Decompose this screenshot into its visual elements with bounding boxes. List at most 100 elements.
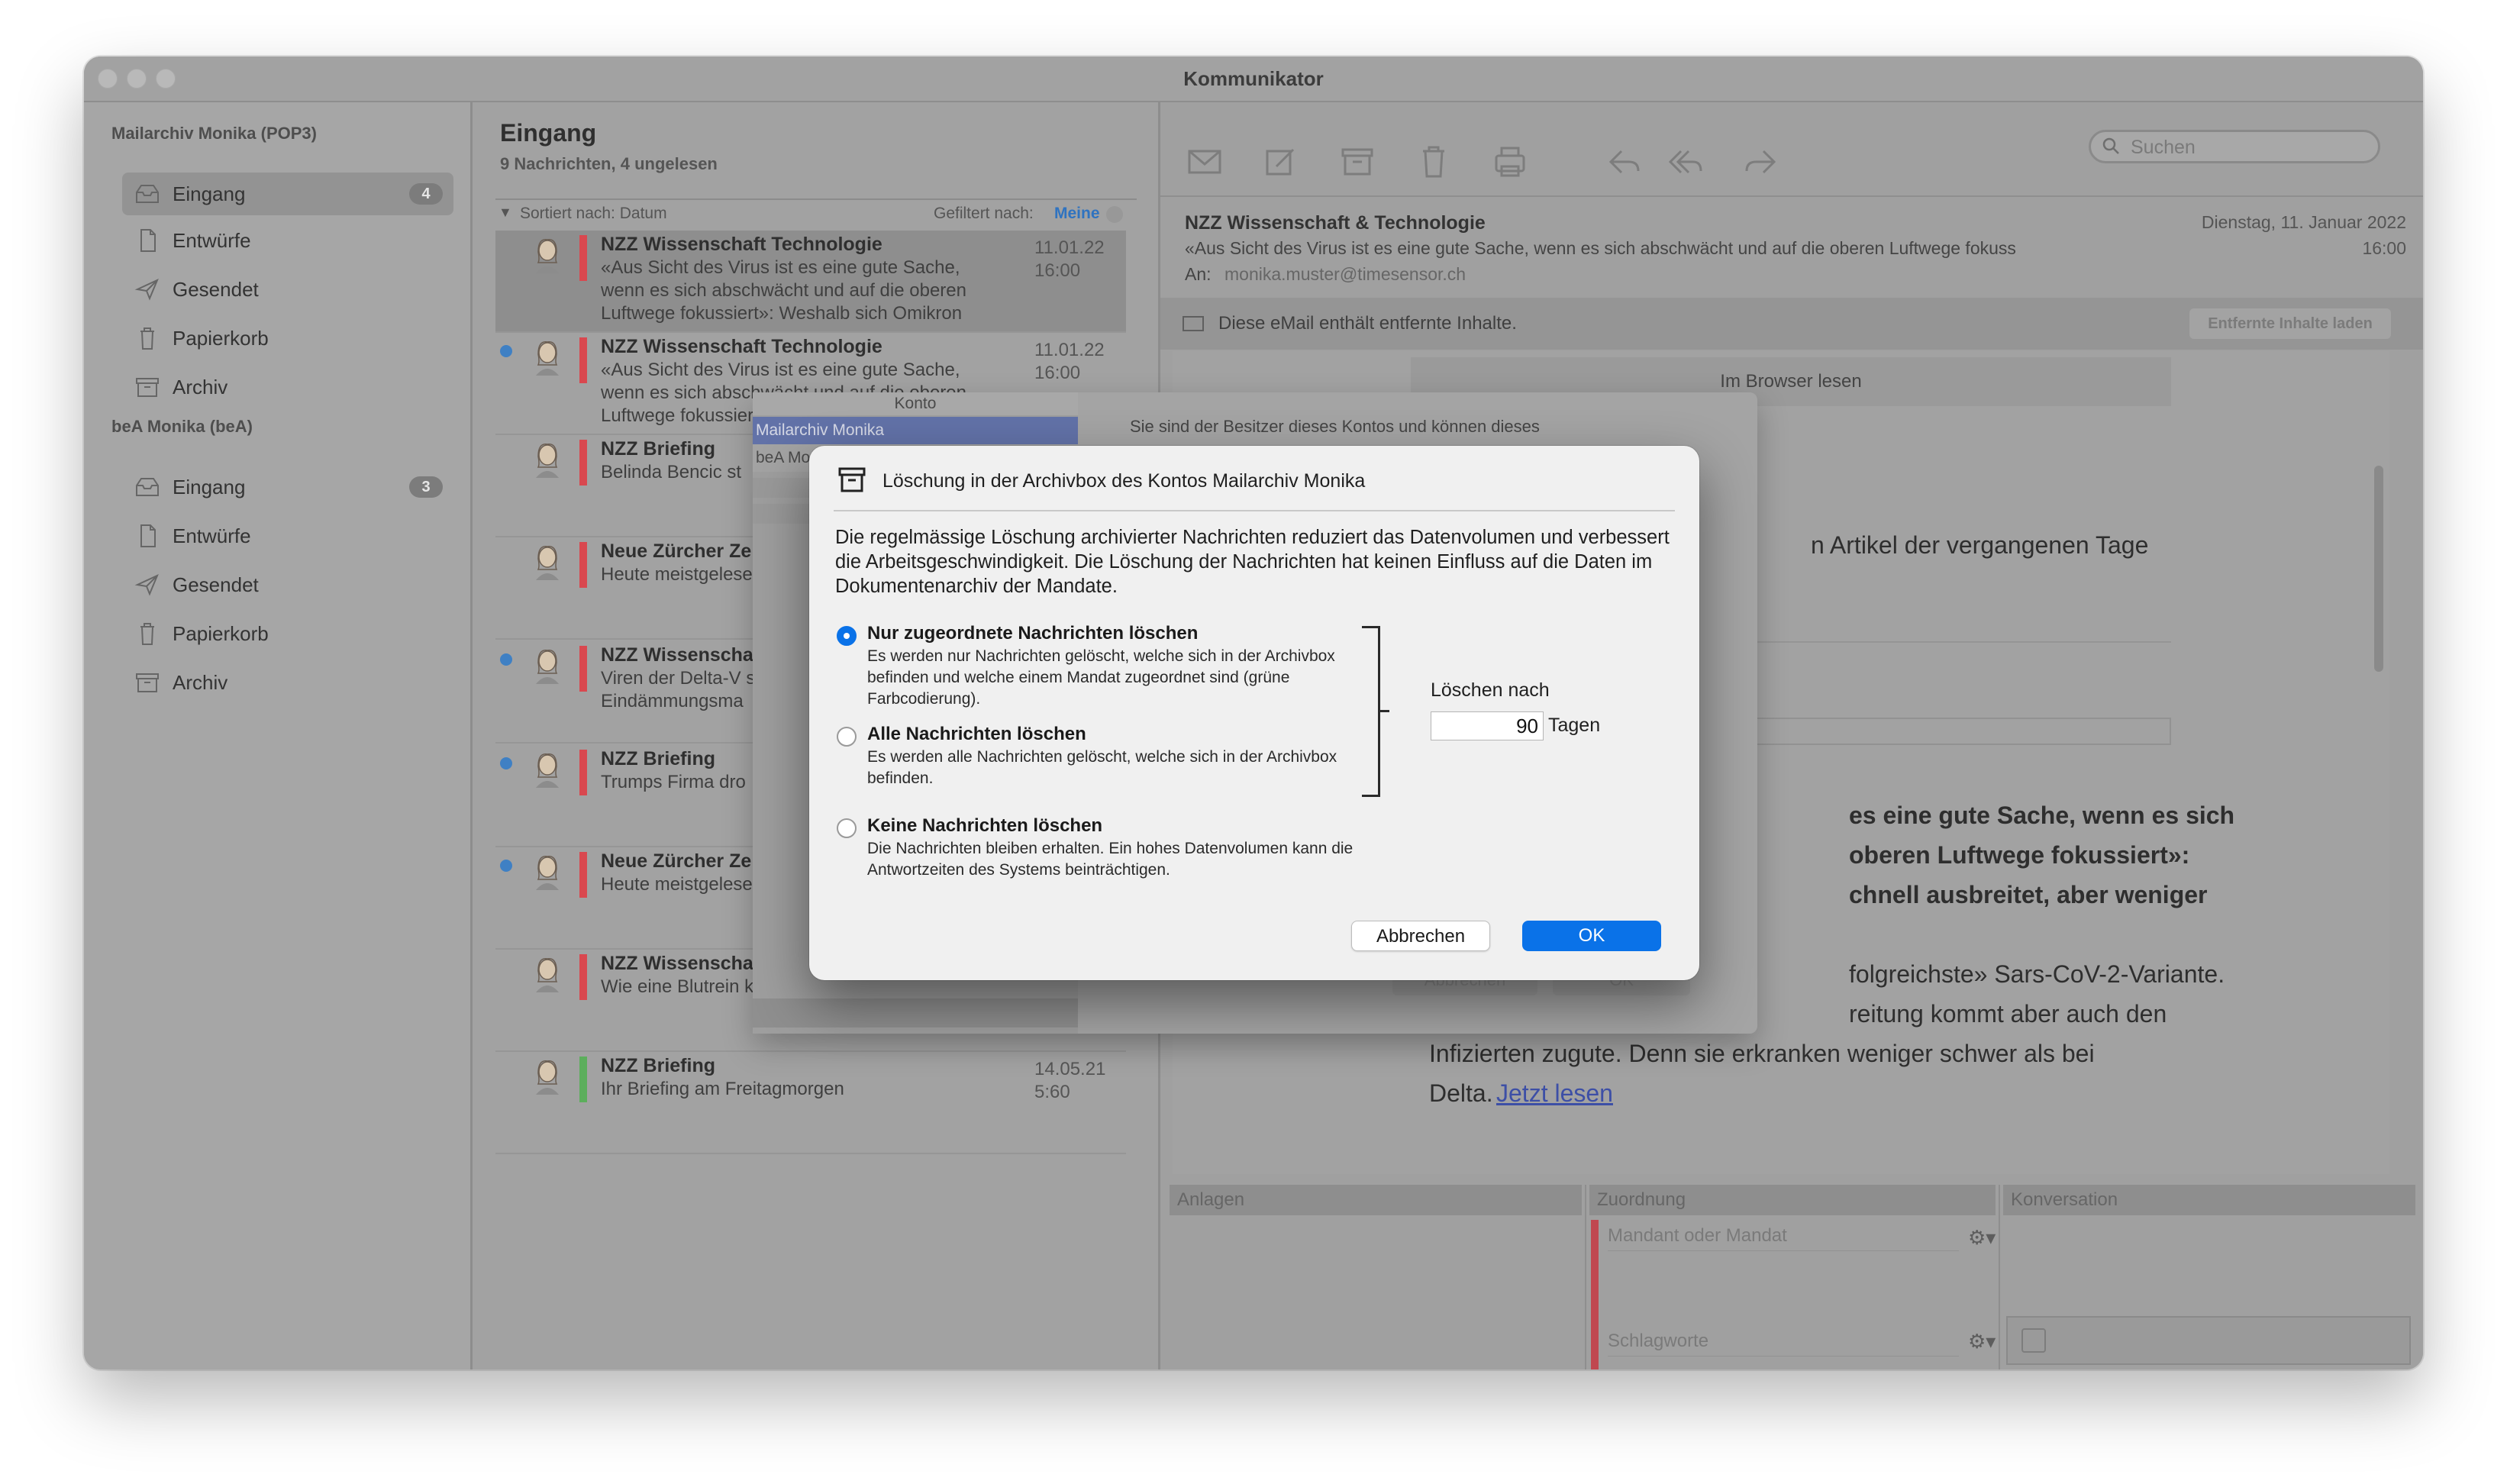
days-input[interactable]: 90: [1431, 711, 1544, 740]
sidebar-item-label: Archiv: [173, 376, 228, 398]
avatar: [536, 546, 559, 580]
print-icon[interactable]: [1492, 144, 1528, 180]
unread-count-badge: 4: [409, 183, 443, 205]
message-sender: NZZ Wissenschaft: [601, 953, 766, 974]
radio-only-assigned[interactable]: [837, 626, 857, 646]
account-table-footer: [753, 998, 1078, 1028]
ok-button[interactable]: OK: [1522, 921, 1661, 951]
filter-value-link[interactable]: Meine: [1054, 205, 1100, 223]
sidebar-item-archive[interactable]: Archiv: [122, 661, 453, 704]
gear-icon[interactable]: ⚙▾: [1968, 1226, 1996, 1250]
color-flag: [579, 646, 587, 692]
search-field[interactable]: Suchen: [2089, 130, 2380, 163]
sidebar-item-sent[interactable]: Gesendet: [122, 268, 453, 311]
mail-to-address[interactable]: monika.muster@timesensor.ch: [1224, 264, 1466, 285]
dialog-intro-text: Die regelmässige Löschung archivierter N…: [835, 527, 1670, 597]
color-flag: [579, 440, 587, 486]
message-date: 11.01.22 16:00: [1034, 237, 1105, 282]
unread-dot-icon: [500, 757, 512, 769]
message-date-value: 14.05.21: [1034, 1059, 1106, 1079]
sent-icon: [134, 574, 159, 596]
message-time-value: 5:60: [1034, 1082, 1070, 1102]
mail-to-label: An:: [1185, 264, 1212, 284]
mail-date: Dienstag, 11. Januar 2022: [2201, 212, 2406, 232]
read-now-link[interactable]: Jetzt lesen: [1496, 1073, 1613, 1113]
divider: [1585, 1185, 1586, 1369]
conversation-input[interactable]: [2006, 1316, 2411, 1365]
message-time-value: 16:00: [1034, 363, 1081, 383]
message-date: 14.05.21 5:60: [1034, 1058, 1105, 1104]
color-flag: [579, 852, 587, 898]
color-flag: [579, 750, 587, 795]
search-placeholder: Suchen: [2131, 137, 2196, 158]
archive-box-icon: [838, 467, 866, 492]
sidebar-item-label: Entwürfe: [173, 524, 251, 547]
account-header: Mailarchiv Monika (POP3): [111, 124, 317, 143]
sidebar-item-inbox[interactable]: Eingang 3: [122, 466, 453, 508]
tags-field[interactable]: Schlagworte: [1608, 1327, 1959, 1357]
sent-icon: [134, 279, 159, 301]
radio-delete-all[interactable]: [837, 727, 857, 747]
message-row[interactable]: NZZ Briefing Ihr Briefing am Freitagmorge…: [495, 1052, 1126, 1154]
divider: [1160, 195, 2423, 197]
title-bar: Kommunikator: [84, 56, 2423, 102]
sort-label[interactable]: Sortiert nach: Datum: [520, 205, 667, 223]
sidebar: Mailarchiv Monika (POP3) Eingang 4 Entwü…: [84, 102, 473, 1369]
sidebar-item-drafts[interactable]: Entwürfe: [122, 515, 453, 557]
message-row[interactable]: NZZ Wissenschaft Technologie «Aus Sicht d…: [495, 231, 1126, 333]
options-brace-tick: [1380, 710, 1389, 712]
account-row-selected[interactable]: Mailarchiv Monika: [753, 417, 1078, 444]
copy-icon[interactable]: [2021, 1328, 2046, 1353]
forward-icon[interactable]: [1742, 144, 1779, 180]
option-label[interactable]: Alle Nachrichten löschen: [867, 724, 1086, 745]
cancel-button[interactable]: Abbrechen: [1351, 921, 1490, 951]
avatar: [536, 753, 559, 788]
option-description: Die Nachrichten bleiben erhalten. Ein ho…: [867, 840, 1354, 879]
option-label[interactable]: Nur zugeordnete Nachrichten löschen: [867, 623, 1198, 644]
app-window: Kommunikator Mailarchiv Monika (POP3) Ei…: [84, 56, 2423, 1369]
archive-icon: [136, 378, 159, 397]
option-label[interactable]: Keine Nachrichten löschen: [867, 815, 1102, 837]
divider: [1999, 1185, 2000, 1369]
inbox-icon: [136, 185, 159, 203]
filter-clear-icon[interactable]: [1106, 206, 1123, 223]
archive-icon[interactable]: [1339, 144, 1376, 180]
sidebar-item-trash[interactable]: Papierkorb: [122, 317, 453, 360]
body-line: oberen Luftwege fokussiert»:: [1849, 841, 2190, 869]
trash-icon: [140, 327, 154, 350]
mail-icon[interactable]: [1186, 144, 1223, 180]
reply-all-icon[interactable]: [1667, 144, 1704, 180]
scrollbar[interactable]: [2374, 466, 2383, 672]
body-line: es eine gute Sache, wenn es sich: [1849, 802, 2235, 829]
radio-delete-none[interactable]: [837, 818, 857, 838]
message-sender: NZZ Wissenschaft: [601, 644, 766, 666]
option-description: Es werden alle Nachrichten gelöscht, wel…: [867, 748, 1337, 787]
message-sender: NZZ Briefing: [601, 438, 715, 460]
message-time-value: 16:00: [1034, 260, 1081, 281]
image-icon: [1183, 316, 1204, 331]
gear-icon[interactable]: ⚙▾: [1968, 1330, 1996, 1353]
load-remote-content-button[interactable]: Entfernte Inhalte laden: [2189, 308, 2391, 339]
color-flag: [579, 1057, 587, 1102]
avatar: [536, 444, 559, 478]
sidebar-item-inbox[interactable]: Eingang 4: [122, 173, 453, 215]
avatar: [536, 650, 559, 684]
sort-chevron-icon[interactable]: ▼: [498, 205, 512, 221]
sidebar-item-drafts[interactable]: Entwürfe: [122, 219, 453, 262]
body-line: Delta.: [1429, 1079, 1493, 1107]
sidebar-item-sent[interactable]: Gesendet: [122, 563, 453, 606]
sidebar-item-trash[interactable]: Papierkorb: [122, 612, 453, 655]
remote-content-notice: Diese eMail enthält entfernte Inhalte.: [1218, 313, 1517, 334]
body-line: Infizierten zugute. Denn sie erkranken w…: [1429, 1040, 2095, 1067]
client-field[interactable]: Mandant oder Mandat: [1608, 1221, 1959, 1251]
message-date-value: 11.01.22: [1034, 340, 1105, 360]
account-column-header: Konto: [753, 392, 1078, 415]
options-brace: [1362, 626, 1380, 797]
assignment-panel-header: Zuordnung: [1589, 1185, 1996, 1215]
sidebar-item-label: Eingang: [173, 182, 246, 205]
trash-icon[interactable]: [1415, 144, 1452, 180]
sidebar-item-archive[interactable]: Archiv: [122, 366, 453, 408]
dialog-title: Löschung in der Archivbox des Kontos Mai…: [882, 470, 1366, 492]
compose-icon[interactable]: [1263, 144, 1299, 180]
reply-icon[interactable]: [1606, 144, 1643, 180]
